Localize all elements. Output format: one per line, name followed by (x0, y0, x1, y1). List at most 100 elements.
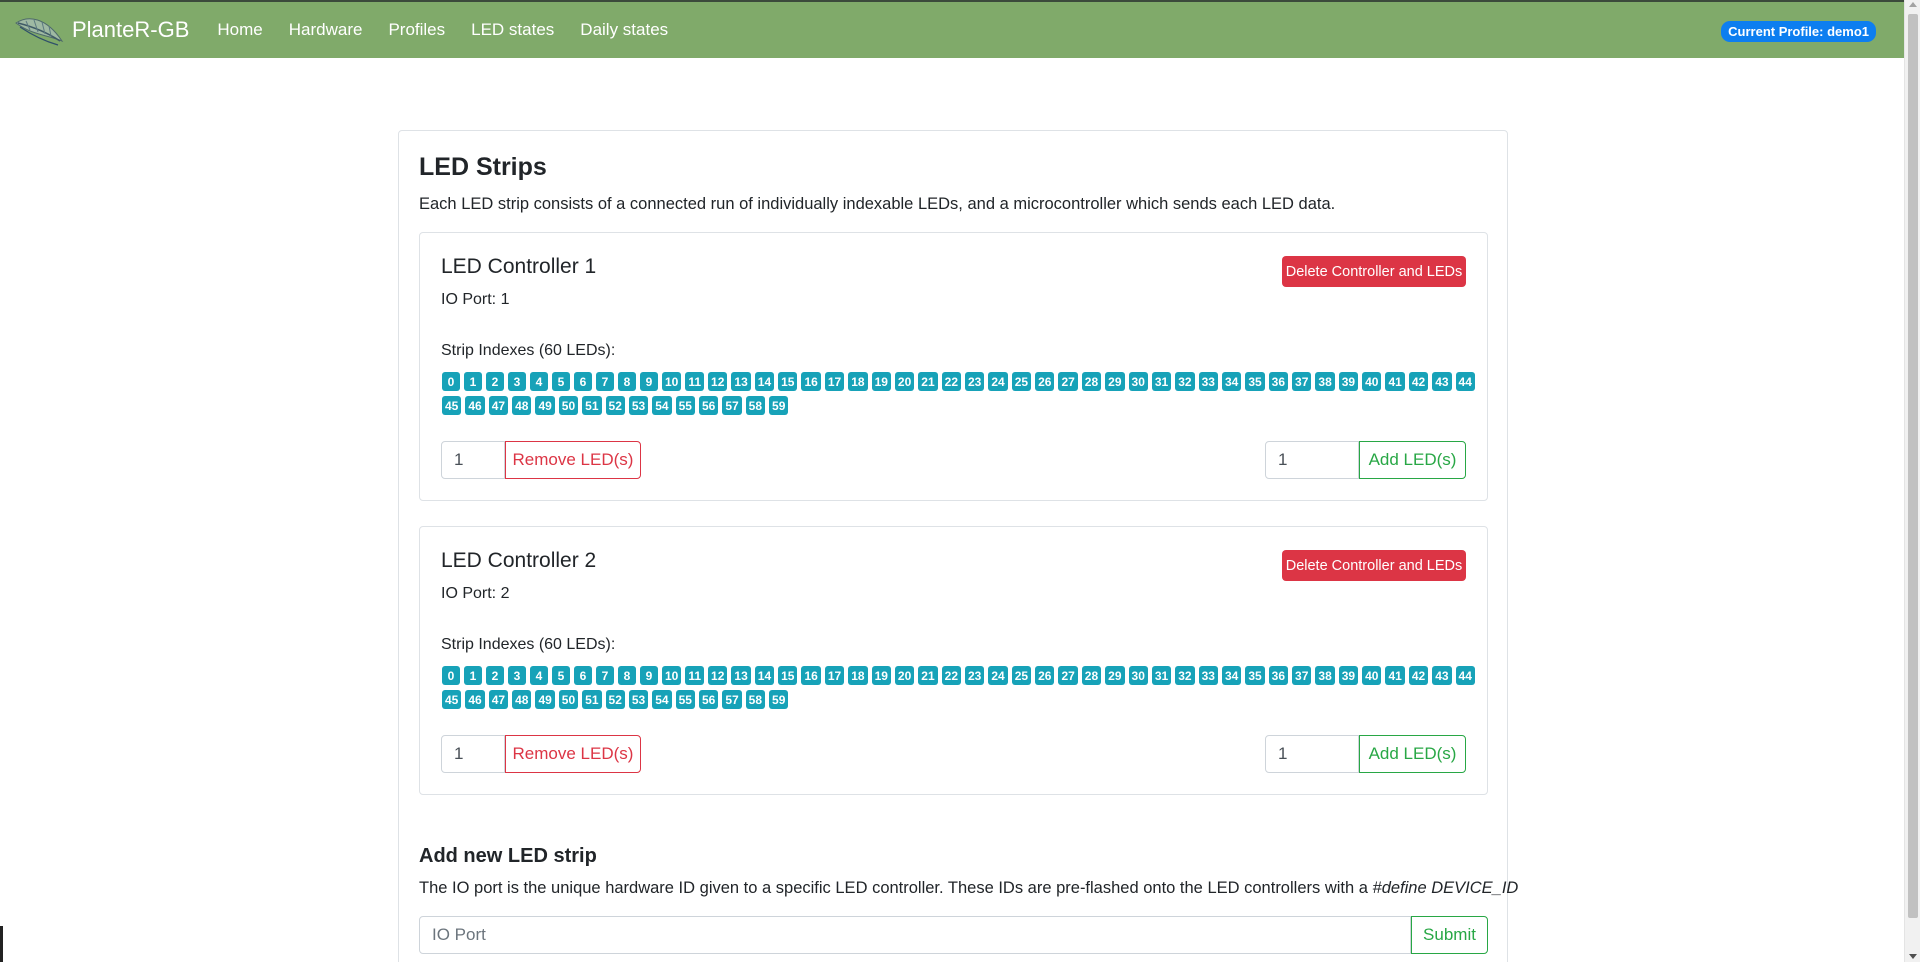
led-index-badge[interactable]: 14 (754, 666, 775, 685)
led-index-badge[interactable]: 18 (848, 372, 868, 391)
led-index-badge[interactable]: 47 (488, 690, 509, 709)
led-index-badge[interactable]: 38 (1315, 372, 1335, 391)
led-index-badge[interactable]: 50 (558, 690, 579, 709)
add-count-input[interactable] (1265, 735, 1359, 773)
led-index-badge[interactable]: 46 (465, 396, 485, 415)
led-index-badge[interactable]: 4 (530, 666, 548, 685)
add-leds-button[interactable]: Add LED(s) (1359, 735, 1466, 773)
led-index-badge[interactable]: 43 (1432, 372, 1452, 391)
led-index-badge[interactable]: 42 (1408, 666, 1429, 685)
led-index-badge[interactable]: 27 (1058, 372, 1078, 391)
add-leds-button[interactable]: Add LED(s) (1359, 441, 1466, 479)
led-index-badge[interactable]: 6 (574, 372, 592, 391)
led-index-badge[interactable]: 29 (1105, 666, 1125, 685)
led-index-badge[interactable]: 53 (628, 396, 649, 415)
led-index-badge[interactable]: 47 (488, 396, 509, 415)
led-index-badge[interactable]: 17 (824, 372, 845, 391)
led-index-badge[interactable]: 52 (605, 396, 625, 415)
led-index-badge[interactable]: 41 (1385, 666, 1405, 685)
nav-profiles[interactable]: Profiles (388, 20, 445, 40)
led-index-badge[interactable]: 18 (848, 666, 868, 685)
led-index-badge[interactable]: 49 (535, 690, 555, 709)
submit-button[interactable]: Submit (1411, 916, 1488, 954)
led-index-badge[interactable]: 9 (640, 372, 658, 391)
io-port-input[interactable] (419, 916, 1411, 954)
led-index-badge[interactable]: 26 (1035, 372, 1055, 391)
led-index-badge[interactable]: 12 (708, 666, 728, 685)
led-index-badge[interactable]: 57 (722, 690, 742, 709)
led-index-badge[interactable]: 19 (871, 372, 891, 391)
led-index-badge[interactable]: 39 (1338, 666, 1359, 685)
led-index-badge[interactable]: 44 (1455, 666, 1475, 685)
led-index-badge[interactable]: 45 (442, 396, 462, 415)
led-index-badge[interactable]: 15 (778, 666, 798, 685)
led-index-badge[interactable]: 56 (698, 690, 719, 709)
remove-leds-button[interactable]: Remove LED(s) (505, 735, 641, 773)
led-index-badge[interactable]: 52 (605, 690, 625, 709)
led-index-badge[interactable]: 55 (675, 690, 695, 709)
led-index-badge[interactable]: 36 (1268, 666, 1289, 685)
led-index-badge[interactable]: 11 (685, 666, 705, 685)
scroll-up-arrow-icon[interactable] (1909, 2, 1917, 7)
nav-daily-states[interactable]: Daily states (580, 20, 668, 40)
led-index-badge[interactable]: 25 (1011, 666, 1032, 685)
led-index-badge[interactable]: 17 (824, 666, 845, 685)
led-index-badge[interactable]: 51 (582, 396, 602, 415)
led-index-badge[interactable]: 30 (1128, 666, 1148, 685)
led-index-badge[interactable]: 58 (745, 396, 766, 415)
delete-controller-button[interactable]: Delete Controller and LEDs (1282, 550, 1466, 581)
led-index-badge[interactable]: 20 (894, 372, 915, 391)
led-index-badge[interactable]: 1 (464, 372, 482, 391)
led-index-badge[interactable]: 59 (769, 396, 789, 415)
led-index-badge[interactable]: 23 (965, 666, 985, 685)
led-index-badge[interactable]: 10 (662, 372, 682, 391)
led-index-badge[interactable]: 40 (1362, 666, 1382, 685)
nav-home[interactable]: Home (217, 20, 262, 40)
delete-controller-button[interactable]: Delete Controller and LEDs (1282, 256, 1466, 287)
led-index-badge[interactable]: 26 (1035, 666, 1055, 685)
nav-led-states[interactable]: LED states (471, 20, 554, 40)
led-index-badge[interactable]: 16 (801, 372, 821, 391)
led-index-badge[interactable]: 28 (1081, 372, 1102, 391)
led-index-badge[interactable]: 10 (662, 666, 682, 685)
brand[interactable]: PlanteR-GB (14, 11, 189, 49)
led-index-badge[interactable]: 23 (965, 372, 985, 391)
led-index-badge[interactable]: 9 (640, 666, 658, 685)
led-index-badge[interactable]: 21 (918, 666, 938, 685)
led-index-badge[interactable]: 30 (1128, 372, 1148, 391)
remove-count-input[interactable] (441, 735, 505, 773)
led-index-badge[interactable]: 5 (552, 372, 570, 391)
led-index-badge[interactable]: 54 (652, 690, 672, 709)
led-index-badge[interactable]: 16 (801, 666, 821, 685)
led-index-badge[interactable]: 21 (918, 372, 938, 391)
led-index-badge[interactable]: 8 (618, 372, 636, 391)
led-index-badge[interactable]: 32 (1175, 372, 1195, 391)
led-index-badge[interactable]: 14 (754, 372, 775, 391)
led-index-badge[interactable]: 24 (988, 666, 1008, 685)
nav-hardware[interactable]: Hardware (289, 20, 363, 40)
led-index-badge[interactable]: 58 (745, 690, 766, 709)
led-index-badge[interactable]: 35 (1245, 372, 1265, 391)
led-index-badge[interactable]: 35 (1245, 666, 1265, 685)
led-index-badge[interactable]: 56 (698, 396, 719, 415)
brand-name[interactable]: PlanteR-GB (72, 17, 189, 43)
led-index-badge[interactable]: 33 (1198, 372, 1218, 391)
scroll-down-arrow-icon[interactable] (1909, 954, 1917, 959)
led-index-badge[interactable]: 31 (1151, 666, 1172, 685)
led-index-badge[interactable]: 43 (1432, 666, 1452, 685)
led-index-badge[interactable]: 28 (1081, 666, 1102, 685)
led-index-badge[interactable]: 46 (465, 690, 485, 709)
led-index-badge[interactable]: 41 (1385, 372, 1405, 391)
led-index-badge[interactable]: 13 (731, 666, 751, 685)
led-index-badge[interactable]: 2 (486, 372, 504, 391)
led-index-badge[interactable]: 2 (486, 666, 504, 685)
led-index-badge[interactable]: 3 (508, 666, 526, 685)
led-index-badge[interactable]: 48 (512, 396, 532, 415)
led-index-badge[interactable]: 7 (596, 372, 614, 391)
led-index-badge[interactable]: 13 (731, 372, 751, 391)
led-index-badge[interactable]: 3 (508, 372, 526, 391)
led-index-badge[interactable]: 40 (1362, 372, 1382, 391)
led-index-badge[interactable]: 36 (1268, 372, 1289, 391)
led-index-badge[interactable]: 55 (675, 396, 695, 415)
led-index-badge[interactable]: 50 (558, 396, 579, 415)
